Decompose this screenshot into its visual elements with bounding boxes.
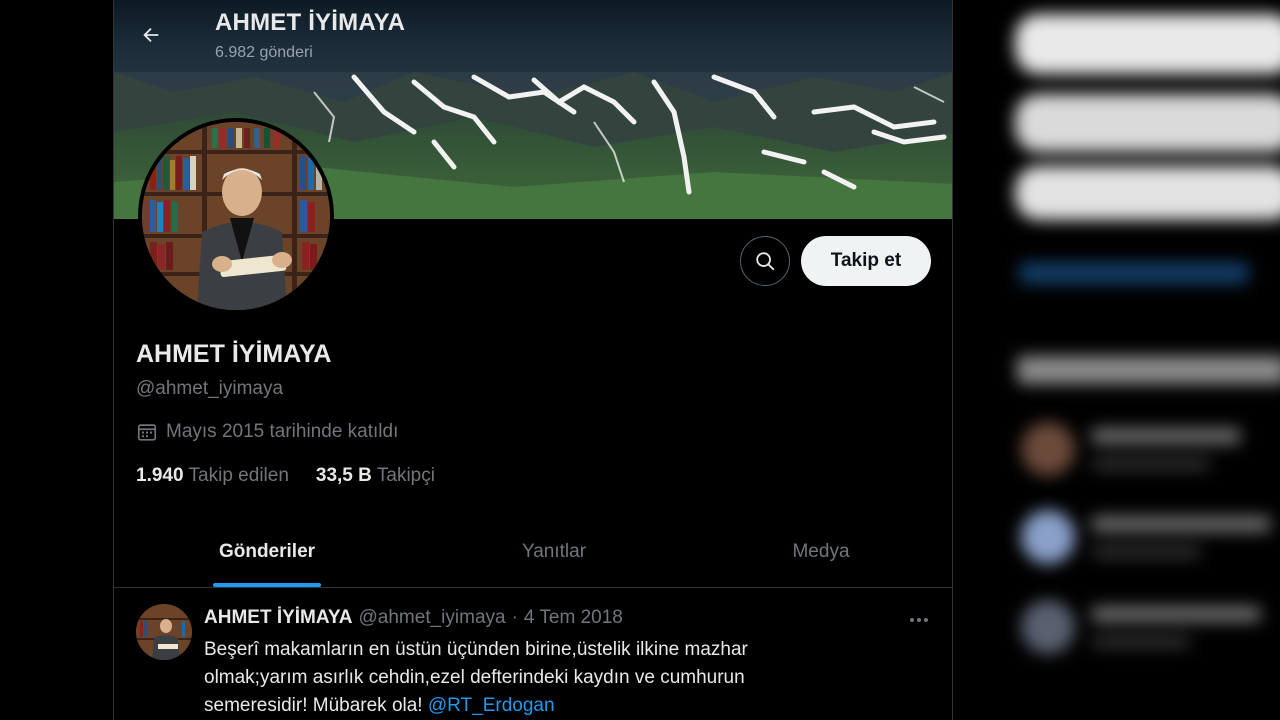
post-author-name[interactable]: AHMET İYİMAYA bbox=[204, 607, 353, 629]
profile-name: AHMET İYİMAYA bbox=[136, 340, 332, 368]
active-tab-indicator bbox=[213, 583, 321, 587]
following-link[interactable]: 1.940 Takip edilen bbox=[136, 465, 289, 487]
joined-date: Mayıs 2015 tarihinde katıldı bbox=[136, 421, 398, 443]
tab-posts[interactable]: Gönderiler bbox=[114, 516, 420, 587]
more-dot-icon bbox=[910, 618, 914, 622]
followers-count: 33,5 B bbox=[315, 465, 372, 486]
right-sidebar-blurred bbox=[953, 0, 1280, 720]
blurred-avatar bbox=[1021, 422, 1075, 476]
profile-column: AHMET İYİMAYA 6.982 gönderi Takip et AHM… bbox=[113, 0, 953, 720]
followers-link[interactable]: 33,5 B Takipçi bbox=[316, 465, 435, 487]
profile-handle: @ahmet_iyimaya bbox=[136, 378, 284, 399]
more-dot-icon bbox=[917, 618, 921, 622]
blurred-line bbox=[1091, 546, 1201, 558]
tab-media-label: Medya bbox=[792, 540, 850, 562]
profile-tabs: Gönderiler Yanıtlar Medya bbox=[114, 516, 952, 588]
post-author-handle[interactable]: @ahmet_iyimaya bbox=[359, 607, 506, 629]
profile-photo bbox=[142, 122, 330, 310]
blurred-line bbox=[1091, 428, 1241, 444]
post-avatar-photo bbox=[136, 604, 192, 660]
search-profile-button[interactable] bbox=[740, 236, 790, 286]
arrow-left-icon bbox=[143, 27, 159, 43]
profile-avatar[interactable] bbox=[138, 118, 334, 314]
post-text-segment: semeresidir! Mübarek ola! bbox=[204, 695, 428, 716]
blurred-box bbox=[1015, 94, 1280, 152]
tab-posts-label: Gönderiler bbox=[218, 540, 316, 562]
blurred-line bbox=[1091, 606, 1261, 622]
blurred-section-title bbox=[1017, 356, 1280, 384]
post-separator: · bbox=[511, 607, 518, 628]
post-date[interactable]: 4 Tem 2018 bbox=[524, 607, 623, 629]
search-icon bbox=[756, 252, 775, 271]
tab-replies-label: Yanıtlar bbox=[521, 540, 587, 562]
blurred-line bbox=[1091, 516, 1271, 532]
post-text: Beşerî makamların en üstün üçünden birin… bbox=[204, 636, 854, 720]
header-title: AHMET İYİMAYA bbox=[215, 9, 406, 36]
blurred-avatar bbox=[1021, 600, 1075, 654]
blurred-line bbox=[1091, 636, 1191, 648]
post-text-line: olmak;yarım asırlık cehdin,ezel defterin… bbox=[204, 667, 745, 688]
header-post-count: 6.982 gönderi bbox=[215, 44, 313, 61]
following-label: Takip edilen bbox=[188, 465, 289, 486]
calendar-icon bbox=[137, 424, 157, 441]
following-count: 1.940 bbox=[136, 465, 184, 486]
post-text-line: semeresidir! Mübarek ola! @RT_Erdogan bbox=[204, 692, 854, 720]
tab-media[interactable]: Medya bbox=[688, 516, 952, 587]
follow-button[interactable]: Takip et bbox=[801, 236, 931, 286]
post-mention-link[interactable]: @RT_Erdogan bbox=[428, 695, 555, 716]
post-text-line: Beşerî makamların en üstün üçünden birin… bbox=[204, 639, 748, 660]
blurred-search-box bbox=[1015, 14, 1280, 74]
profile-top-header: AHMET İYİMAYA 6.982 gönderi bbox=[114, 0, 952, 72]
blurred-avatar bbox=[1021, 510, 1075, 564]
blurred-line bbox=[1091, 458, 1211, 470]
profile-stats: 1.940 Takip edilen 33,5 B Takipçi bbox=[136, 465, 435, 487]
post-avatar[interactable] bbox=[136, 604, 192, 660]
followers-label: Takipçi bbox=[376, 465, 435, 486]
left-gutter bbox=[0, 0, 113, 720]
post-header: AHMET İYİMAYA @ahmet_iyimaya · 4 Tem 201… bbox=[204, 607, 623, 629]
more-dot-icon bbox=[924, 618, 928, 622]
post-item[interactable]: AHMET İYİMAYA @ahmet_iyimaya · 4 Tem 201… bbox=[114, 588, 952, 720]
blurred-box bbox=[1015, 166, 1280, 220]
joined-text: Mayıs 2015 tarihinde katıldı bbox=[166, 421, 399, 442]
blurred-link bbox=[1019, 262, 1249, 284]
tab-replies[interactable]: Yanıtlar bbox=[420, 516, 688, 587]
post-more-button[interactable] bbox=[904, 608, 934, 632]
back-button[interactable] bbox=[134, 18, 168, 52]
